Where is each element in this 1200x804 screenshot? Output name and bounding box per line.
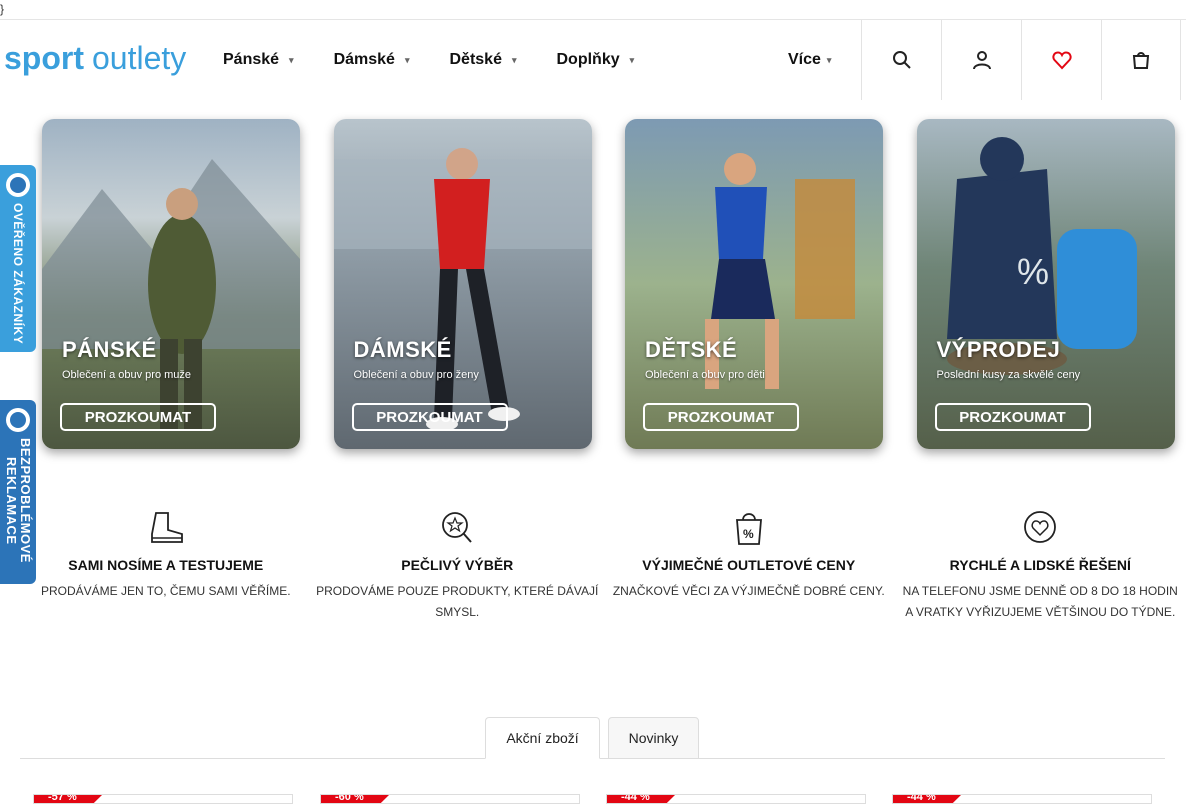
feature-text: ZNAČKOVÉ VĚCI ZA VÝJIMEČNĚ DOBRÉ CENY. xyxy=(612,584,885,598)
feature-title: PEČLIVÝ VÝBĚR xyxy=(401,557,514,573)
discount-badge: -57 % xyxy=(34,795,102,803)
svg-text:%: % xyxy=(743,527,754,541)
discount-badge: -60 % xyxy=(321,795,389,803)
account-button[interactable] xyxy=(941,20,1021,100)
complaints-line2: REKLAMACE xyxy=(4,456,19,545)
product-card[interactable]: -57 % xyxy=(33,794,293,804)
product-card[interactable]: -44 % xyxy=(892,794,1152,804)
cart-button[interactable] xyxy=(1101,20,1181,100)
feature-selection: PEČLIVÝ VÝBĚR PRODOVÁME POUZE PRODUKTY, … xyxy=(312,510,604,623)
chevron-down-icon: ▾ xyxy=(289,54,294,65)
banner-title: DÁMSKÉ xyxy=(353,337,452,362)
seal-icon xyxy=(6,408,30,432)
banner-subtitle: Oblečení a obuv pro muže xyxy=(62,369,192,381)
feature-support: RYCHLÉ A LIDSKÉ ŘEŠENÍ NA TELEFONU JSME … xyxy=(895,510,1187,623)
banner-title: PÁNSKÉ xyxy=(62,337,157,362)
banner-kids[interactable]: DĚTSKÉ Oblečení a obuv pro děti PROZKOUM… xyxy=(603,99,895,465)
explore-button[interactable]: PROZKOUMAT xyxy=(643,403,799,431)
banner-image: % VÝPRODEJ Poslední kusy za skvělé ceny … xyxy=(916,119,1175,449)
logo-text-sport: sport xyxy=(4,42,84,76)
shopping-bag-percent-icon: % xyxy=(735,513,762,545)
search-icon xyxy=(892,51,911,69)
feature-prices: % VÝJIMEČNÉ OUTLETOVÉ CENY ZNAČKOVÉ VĚCI… xyxy=(603,510,895,623)
product-row: -57 % -60 % -44 % -44 % xyxy=(33,794,1163,804)
banner-subtitle: Poslední kusy za skvělé ceny xyxy=(936,369,1081,381)
heart-chat-icon xyxy=(1024,511,1057,543)
banner-image: DĚTSKÉ Oblečení a obuv pro děti PROZKOUM… xyxy=(625,119,883,449)
explore-button[interactable]: PROZKOUMAT xyxy=(351,403,508,431)
stray-text: } xyxy=(0,2,5,16)
cart-icon xyxy=(1132,52,1150,69)
explore-button[interactable]: PROZKOUMAT xyxy=(934,403,1091,431)
banner-sale[interactable]: % VÝPRODEJ Poslední kusy za skvělé ceny … xyxy=(895,99,1187,465)
nav-label: Doplňky xyxy=(556,51,620,68)
mountain-illustration xyxy=(42,159,300,429)
explore-button[interactable]: PROZKOUMAT xyxy=(60,403,216,431)
nav-label: Pánské xyxy=(223,51,280,68)
heart-icon xyxy=(1051,51,1072,70)
logo-mark: sport outlety xyxy=(4,40,186,76)
product-card[interactable]: -44 % xyxy=(606,794,866,804)
feature-title: RYCHLÉ A LIDSKÉ ŘEŠENÍ xyxy=(949,557,1131,573)
chevron-down-icon: ▾ xyxy=(404,54,410,65)
nav-label: Dámské xyxy=(333,51,395,68)
feature-text: PRODOVÁME POUZE PRODUKTY, KTERÉ DÁVAJÍ S… xyxy=(316,584,599,619)
wishlist-button[interactable] xyxy=(1021,20,1101,100)
tab-new-items[interactable]: Novinky xyxy=(608,717,699,759)
sale-illustration: % xyxy=(946,137,1137,375)
feature-title: VÝJIMEČNÉ OUTLETOVÉ CENY xyxy=(642,557,856,573)
features-row: SAMI NOSÍME A TESTUJEME PRODÁVÁME JEN TO… xyxy=(20,510,1186,623)
banner-mens[interactable]: PÁNSKÉ Oblečení a obuv pro muže PROZKOUM… xyxy=(20,99,312,465)
banner-image: PÁNSKÉ Oblečení a obuv pro muže PROZKOUM… xyxy=(42,119,300,449)
search-button[interactable] xyxy=(861,20,941,100)
banner-subtitle: Oblečení a obuv pro děti xyxy=(645,369,765,381)
nav-more[interactable]: Více ▾ xyxy=(788,20,831,100)
site-header: sport outlety Pánské ▾ Dámské ▾ Dětské ▾ Do… xyxy=(0,19,1186,100)
chevron-down-icon: ▾ xyxy=(629,54,635,65)
main-nav: Pánské ▾ Dámské ▾ Dětské ▾ Doplňky ▾ xyxy=(223,20,674,100)
feature-tested: SAMI NOSÍME A TESTUJEME PRODÁVÁME JEN TO… xyxy=(20,510,312,623)
magnifier-star-icon xyxy=(442,512,472,543)
banner-title: DĚTSKÉ xyxy=(645,337,738,362)
boot-icon xyxy=(150,512,183,543)
banner-womens[interactable]: DÁMSKÉ Oblečení a obuv pro ženy PROZKOUM… xyxy=(312,99,604,465)
playground-illustration xyxy=(705,153,855,389)
feature-text: NA TELEFONU JSME DENNĚ OD 8 DO 18 HODIN … xyxy=(902,584,1178,619)
top-strip xyxy=(0,0,1200,19)
logo[interactable]: sport outlety xyxy=(4,40,206,78)
product-card[interactable]: -60 % xyxy=(320,794,580,804)
nav-label: Dětské xyxy=(449,51,502,68)
discount-badge: -44 % xyxy=(893,795,961,803)
tab-sale-items[interactable]: Akční zboží xyxy=(485,717,600,759)
discount-badge: -44 % xyxy=(607,795,675,803)
percent-sign-illustration: % xyxy=(1017,251,1049,292)
banner-subtitle: Oblečení a obuv pro ženy xyxy=(353,369,479,381)
category-banners: PÁNSKÉ Oblečení a obuv pro muže PROZKOUM… xyxy=(20,99,1186,465)
nav-item-mens[interactable]: Pánské ▾ xyxy=(223,51,294,69)
feature-text: PRODÁVÁME JEN TO, ČEMU SAMI VĚŘÍME. xyxy=(40,584,291,598)
feature-title: SAMI NOSÍME A TESTUJEME xyxy=(68,557,264,573)
banner-title: VÝPRODEJ xyxy=(936,337,1061,362)
nav-item-accessories[interactable]: Doplňky ▾ xyxy=(557,51,635,69)
chevron-down-icon: ▾ xyxy=(511,54,517,65)
chevron-down-icon: ▾ xyxy=(826,54,832,65)
gym-illustration xyxy=(333,148,592,431)
header-icons xyxy=(861,20,1181,100)
verified-badge-text: OVĚŘENO ZÁKAZNÍKY xyxy=(11,203,25,345)
seal-icon xyxy=(6,173,30,197)
user-icon xyxy=(972,51,991,70)
nav-more-label: Více xyxy=(788,51,821,68)
banner-image: DÁMSKÉ Oblečení a obuv pro ženy PROZKOUM… xyxy=(333,119,592,449)
nav-item-kids[interactable]: Dětské ▾ xyxy=(449,51,516,69)
logo-text-outlety: outlety xyxy=(92,42,186,76)
nav-item-womens[interactable]: Dámské ▾ xyxy=(334,51,410,69)
verified-by-customers-badge[interactable]: OVĚŘENO ZÁKAZNÍKY xyxy=(0,165,36,352)
